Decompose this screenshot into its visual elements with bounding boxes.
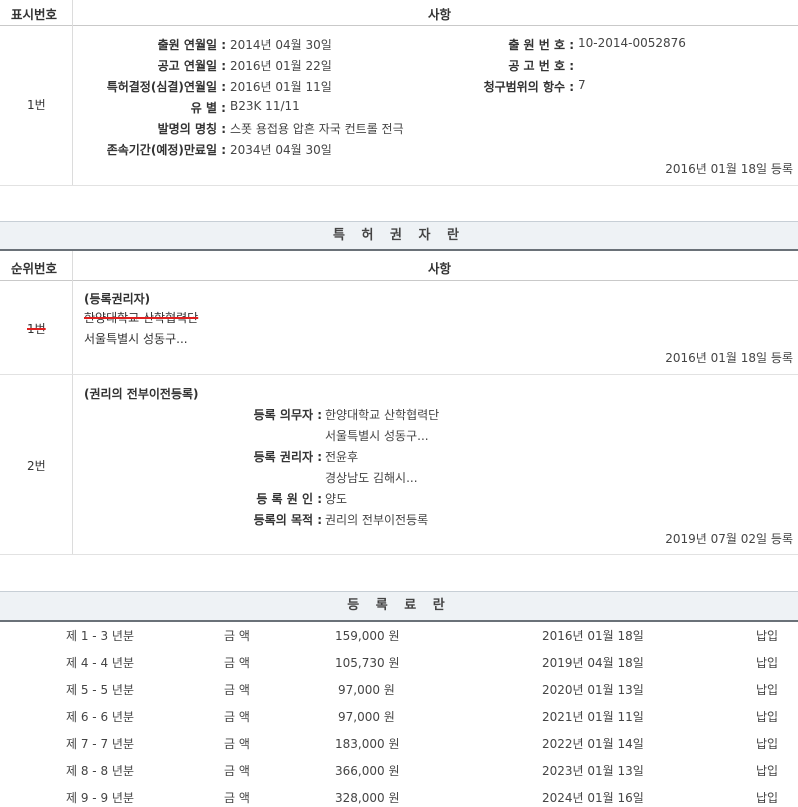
table1-divider bbox=[72, 0, 73, 186]
divider bbox=[0, 185, 798, 186]
field-label: 등록 의무자 : bbox=[253, 408, 322, 422]
fee-period: 제 1 - 3 년분 bbox=[66, 629, 134, 643]
fee-row: 제 8 - 8 년분 금 액 366,000 원 2023년 01월 13일 납… bbox=[0, 756, 798, 783]
field-label: 발명의 명칭 : bbox=[157, 122, 226, 136]
field-label: 출원 연월일 : bbox=[157, 38, 226, 52]
col-header-rank-no: 순위번호 bbox=[11, 261, 58, 276]
registration-date: 2019년 07월 02일 등록 bbox=[665, 532, 793, 546]
fee-date: 2024년 01월 16일 bbox=[542, 791, 644, 805]
fee-amount: 97,000 원 bbox=[338, 710, 395, 724]
fee-status: 납입 bbox=[756, 791, 779, 805]
field-label: 공고 연월일 : bbox=[157, 59, 226, 73]
fee-date: 2023년 01월 13일 bbox=[542, 764, 644, 778]
field-value: 권리의 전부이전등록 bbox=[325, 513, 429, 527]
fee-amount-label: 금 액 bbox=[224, 629, 250, 643]
field-value: 스폿 용접용 압흔 자국 컨트롤 전극 bbox=[230, 122, 404, 136]
fee-date: 2020년 01월 13일 bbox=[542, 683, 644, 697]
field-value: 10-2014-0052876 bbox=[578, 36, 686, 50]
fee-amount: 159,000 원 bbox=[335, 629, 400, 643]
fee-row: 제 4 - 4 년분 금 액 105,730 원 2019년 04월 18일 납… bbox=[0, 648, 798, 675]
row-number: 2번 bbox=[27, 459, 46, 473]
field-label: 유 별 : bbox=[190, 101, 226, 115]
field-value: 한양대학교 산학협력단 bbox=[325, 408, 440, 422]
table1-header: 표시번호 사항 bbox=[0, 0, 798, 26]
field-value: 2034년 04월 30일 bbox=[230, 143, 332, 157]
fee-period: 제 9 - 9 년분 bbox=[66, 791, 134, 805]
registration-date: 2016년 01월 18일 등록 bbox=[665, 162, 793, 176]
fee-status: 납입 bbox=[756, 737, 779, 751]
fee-amount-label: 금 액 bbox=[224, 656, 250, 670]
field-label: 공 고 번 호 : bbox=[508, 59, 574, 73]
divider bbox=[0, 374, 798, 375]
entry-heading: (권리의 전부이전등록) bbox=[84, 387, 199, 401]
fee-date: 2016년 01월 18일 bbox=[542, 629, 644, 643]
fee-amount-label: 금 액 bbox=[224, 737, 250, 751]
fee-status: 납입 bbox=[756, 683, 779, 697]
fee-period: 제 7 - 7 년분 bbox=[66, 737, 134, 751]
fee-amount: 366,000 원 bbox=[335, 764, 400, 778]
fee-date: 2022년 01월 14일 bbox=[542, 737, 644, 751]
registration-date: 2016년 01월 18일 등록 bbox=[665, 351, 793, 365]
fee-period: 제 8 - 8 년분 bbox=[66, 764, 134, 778]
fee-amount: 328,000 원 bbox=[335, 791, 400, 805]
fees-section-title: 등 록 료 란 bbox=[0, 591, 798, 622]
fee-status: 납입 bbox=[756, 764, 779, 778]
fee-amount-label: 금 액 bbox=[224, 683, 250, 697]
fee-status: 납입 bbox=[756, 656, 779, 670]
fee-period: 제 5 - 5 년분 bbox=[66, 683, 134, 697]
owners-section-title: 특 허 권 자 란 bbox=[0, 221, 798, 251]
field-value: 경상남도 김해시... bbox=[325, 471, 418, 485]
fee-amount-label: 금 액 bbox=[224, 764, 250, 778]
owner-name-cancelled: 한양대학교 산학협력단 bbox=[84, 311, 199, 325]
fee-row: 제 1 - 3 년분 금 액 159,000 원 2016년 01월 18일 납… bbox=[0, 621, 798, 648]
divider bbox=[0, 554, 798, 555]
fee-status: 납입 bbox=[756, 629, 779, 643]
fee-amount-label: 금 액 bbox=[224, 710, 250, 724]
entry-heading: (등록권리자) bbox=[84, 292, 151, 306]
field-value: 7 bbox=[578, 78, 586, 92]
owners-header: 순위번호 사항 bbox=[0, 251, 798, 281]
field-value: 양도 bbox=[325, 492, 348, 506]
field-value: B23K 11/11 bbox=[230, 99, 300, 113]
owner-address: 서울특별시 성동구... bbox=[84, 332, 188, 346]
field-label: 청구범위의 항수 : bbox=[483, 80, 574, 94]
col-header-display-no: 표시번호 bbox=[11, 7, 58, 22]
fee-row: 제 6 - 6 년분 금 액 97,000 원 2021년 01월 11일 납입 bbox=[0, 702, 798, 729]
field-value: 2014년 04월 30일 bbox=[230, 38, 332, 52]
row-number-cancelled: 1번 bbox=[27, 322, 46, 336]
fee-amount: 105,730 원 bbox=[335, 656, 400, 670]
field-value: 서울특별시 성동구... bbox=[325, 429, 429, 443]
row-number: 1번 bbox=[27, 98, 46, 112]
col-header-item: 사항 bbox=[428, 7, 452, 22]
fee-date: 2019년 04월 18일 bbox=[542, 656, 644, 670]
col-header-item: 사항 bbox=[428, 261, 452, 276]
fee-period: 제 4 - 4 년분 bbox=[66, 656, 134, 670]
fee-row: 제 9 - 9 년분 금 액 328,000 원 2024년 01월 16일 납… bbox=[0, 783, 798, 807]
field-label: 출 원 번 호 : bbox=[508, 38, 574, 52]
field-value: 2016년 01월 11일 bbox=[230, 80, 332, 94]
field-label: 특허결정(심결)연월일 : bbox=[106, 80, 226, 94]
fee-amount: 183,000 원 bbox=[335, 737, 400, 751]
fee-amount-label: 금 액 bbox=[224, 791, 250, 805]
field-label: 등록의 목적 : bbox=[253, 513, 322, 527]
fee-amount: 97,000 원 bbox=[338, 683, 395, 697]
field-value: 2016년 01월 22일 bbox=[230, 59, 332, 73]
fee-period: 제 6 - 6 년분 bbox=[66, 710, 134, 724]
table1-row-no-cell: 1번 bbox=[0, 26, 72, 186]
field-label: 등록 권리자 : bbox=[253, 450, 322, 464]
fee-row: 제 7 - 7 년분 금 액 183,000 원 2022년 01월 14일 납… bbox=[0, 729, 798, 756]
fee-row: 제 5 - 5 년분 금 액 97,000 원 2020년 01월 13일 납입 bbox=[0, 675, 798, 702]
fee-date: 2021년 01월 11일 bbox=[542, 710, 644, 724]
field-value: 전윤후 bbox=[325, 450, 359, 464]
field-label: 존속기간(예정)만료일 : bbox=[106, 143, 226, 157]
fee-status: 납입 bbox=[756, 710, 779, 724]
owners-divider bbox=[72, 251, 73, 554]
field-label: 등 록 원 인 : bbox=[256, 492, 322, 506]
